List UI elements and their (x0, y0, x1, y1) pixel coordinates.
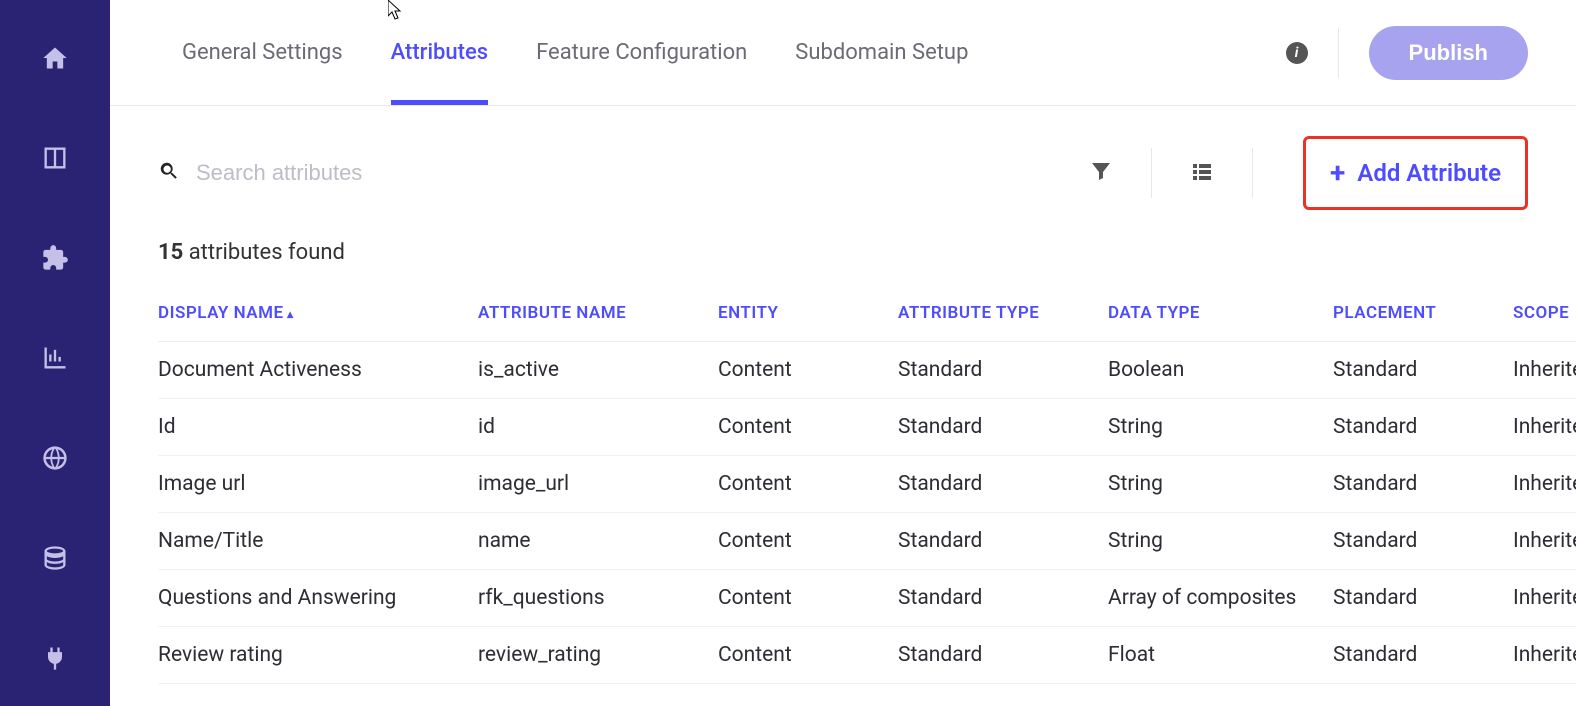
cell-data-type: Float (1108, 627, 1333, 684)
cell-attribute-name: id (478, 399, 718, 456)
filter-button[interactable] (1071, 148, 1131, 198)
sidebar (0, 0, 110, 706)
results-count: 15 attributes found (110, 210, 1576, 285)
col-header-data-type[interactable]: DATA TYPE (1108, 285, 1333, 342)
cell-data-type: String (1108, 513, 1333, 570)
count-suffix: attributes found (183, 240, 345, 265)
table-header-row: DISPLAY NAME ATTRIBUTE NAME ENTITY ATTRI… (158, 285, 1576, 342)
cell-attribute-name: name (478, 513, 718, 570)
sidebar-item-globe[interactable] (35, 440, 75, 480)
plus-icon: + (1330, 159, 1345, 187)
tab-subdomain-setup[interactable]: Subdomain Setup (771, 0, 992, 105)
sidebar-item-plug[interactable] (35, 640, 75, 680)
cell-display-name: Name/Title (158, 513, 478, 570)
cell-attribute-type: Standard (898, 456, 1108, 513)
sidebar-item-puzzle[interactable] (35, 240, 75, 280)
cell-placement: Standard (1333, 456, 1513, 513)
divider (1338, 28, 1339, 78)
count-number: 15 (158, 240, 183, 265)
add-attribute-button[interactable]: + Add Attribute (1303, 136, 1528, 210)
table-row[interactable]: Image urlimage_urlContentStandardStringS… (158, 456, 1576, 513)
cell-attribute-type: Standard (898, 342, 1108, 399)
attributes-table: DISPLAY NAME ATTRIBUTE NAME ENTITY ATTRI… (158, 285, 1576, 684)
cell-attribute-name: image_url (478, 456, 718, 513)
cell-scope: Inherite (1513, 399, 1576, 456)
cell-display-name: Id (158, 399, 478, 456)
cell-display-name: Document Activeness (158, 342, 478, 399)
cell-entity: Content (718, 513, 898, 570)
chart-icon (41, 344, 69, 376)
table-row[interactable]: Review ratingreview_ratingContentStandar… (158, 627, 1576, 684)
publish-button[interactable]: Publish (1369, 26, 1528, 80)
cell-display-name: Questions and Answering (158, 570, 478, 627)
col-header-attribute-type[interactable]: ATTRIBUTE TYPE (898, 285, 1108, 342)
plug-icon (41, 644, 69, 676)
cell-data-type: Array of composites (1108, 570, 1333, 627)
puzzle-icon (41, 244, 69, 276)
cell-attribute-type: Standard (898, 513, 1108, 570)
col-header-placement[interactable]: PLACEMENT (1333, 285, 1513, 342)
tab-feature-configuration[interactable]: Feature Configuration (512, 0, 771, 105)
cell-entity: Content (718, 627, 898, 684)
home-icon (41, 44, 69, 76)
divider (1252, 148, 1253, 198)
toolbar-right: + Add Attribute (1071, 136, 1528, 210)
cell-placement: Standard (1333, 570, 1513, 627)
table-row[interactable]: IdidContentStandardStringStandardInherit… (158, 399, 1576, 456)
view-toggle-button[interactable] (1172, 148, 1232, 198)
cell-display-name: Image url (158, 456, 478, 513)
sidebar-item-home[interactable] (35, 40, 75, 80)
cell-display-name: Review rating (158, 627, 478, 684)
filter-icon (1089, 159, 1113, 187)
table-row[interactable]: Name/TitlenameContentStandardStringStand… (158, 513, 1576, 570)
sidebar-item-panel[interactable] (35, 140, 75, 180)
col-header-attribute-name[interactable]: ATTRIBUTE NAME (478, 285, 718, 342)
cell-data-type: String (1108, 399, 1333, 456)
cell-entity: Content (718, 456, 898, 513)
globe-icon (41, 444, 69, 476)
cell-entity: Content (718, 570, 898, 627)
cell-placement: Standard (1333, 627, 1513, 684)
panel-icon (41, 144, 69, 176)
info-icon[interactable]: i (1286, 42, 1308, 64)
cell-scope: Inherite (1513, 513, 1576, 570)
search-icon (158, 160, 180, 186)
sidebar-item-database[interactable] (35, 540, 75, 580)
sidebar-item-chart[interactable] (35, 340, 75, 380)
tab-attributes[interactable]: Attributes (367, 0, 512, 105)
col-header-display-name[interactable]: DISPLAY NAME (158, 285, 478, 342)
add-attribute-label: Add Attribute (1357, 159, 1501, 187)
search-wrap (158, 160, 1055, 186)
cell-attribute-name: review_rating (478, 627, 718, 684)
cell-entity: Content (718, 399, 898, 456)
list-view-icon (1190, 159, 1214, 187)
cell-attribute-type: Standard (898, 570, 1108, 627)
cell-entity: Content (718, 342, 898, 399)
cell-placement: Standard (1333, 399, 1513, 456)
search-input[interactable] (196, 160, 596, 186)
cell-data-type: Boolean (1108, 342, 1333, 399)
table-row[interactable]: Questions and Answeringrfk_questionsCont… (158, 570, 1576, 627)
tab-general-settings[interactable]: General Settings (158, 0, 367, 105)
table-row[interactable]: Document Activenessis_activeContentStand… (158, 342, 1576, 399)
col-header-entity[interactable]: ENTITY (718, 285, 898, 342)
cell-scope: Inherite (1513, 627, 1576, 684)
divider (1151, 148, 1152, 198)
database-icon (41, 544, 69, 576)
cell-scope: Inherite (1513, 342, 1576, 399)
col-header-scope[interactable]: SCOPE (1513, 285, 1576, 342)
cell-scope: Inherite (1513, 570, 1576, 627)
toolbar: + Add Attribute (110, 106, 1576, 210)
tabs-bar: General Settings Attributes Feature Conf… (110, 0, 1576, 106)
attributes-table-wrap: DISPLAY NAME ATTRIBUTE NAME ENTITY ATTRI… (110, 285, 1576, 684)
cell-data-type: String (1108, 456, 1333, 513)
cell-attribute-type: Standard (898, 627, 1108, 684)
main-content: General Settings Attributes Feature Conf… (110, 0, 1576, 706)
cell-attribute-type: Standard (898, 399, 1108, 456)
cell-attribute-name: rfk_questions (478, 570, 718, 627)
cell-placement: Standard (1333, 513, 1513, 570)
cell-attribute-name: is_active (478, 342, 718, 399)
cell-scope: Inherite (1513, 456, 1576, 513)
cell-placement: Standard (1333, 342, 1513, 399)
